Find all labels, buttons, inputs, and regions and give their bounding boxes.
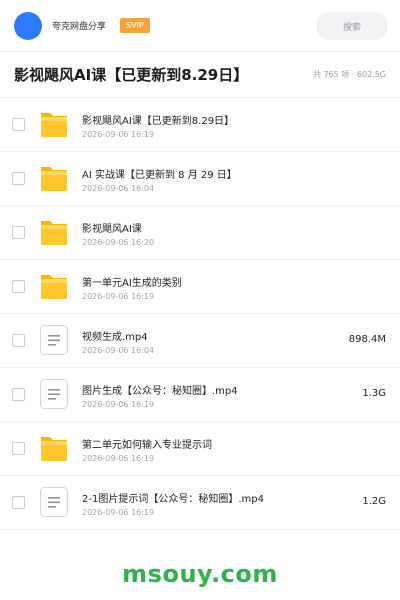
search-placeholder: 搜索 xyxy=(342,22,361,33)
row-checkbox[interactable] xyxy=(12,334,25,347)
page-title: 影视飓风AI课【已更新到8.29日】 xyxy=(14,66,249,84)
file-date: 2026-09-06 16:19 xyxy=(82,508,155,517)
file-row[interactable]: 第二单元如何输入专业提示词 2026-09-06 16:19 xyxy=(0,422,400,476)
file-row[interactable]: 2-1图片提示词【公众号：秘知圈】.mp4 2026-09-06 16:19 1.2… xyxy=(0,476,400,530)
row-checkbox[interactable] xyxy=(12,442,25,455)
file-list: 影视飓风AI课【已更新到8.29日】 2026-09-06 16:19 AI 实战课… xyxy=(0,98,400,530)
top-bar: 夸克网盘分享 SVIP 搜索 xyxy=(0,0,400,52)
file-date: 2026-09-06 16:19 xyxy=(82,292,155,301)
folder-icon xyxy=(39,217,69,247)
row-checkbox[interactable] xyxy=(12,118,25,131)
file-name: 影视飓风AI课【已更新到8.29日】 xyxy=(82,116,235,127)
file-name: 第二单元如何输入专业提示词 xyxy=(82,440,212,451)
video-file-icon xyxy=(39,379,69,409)
file-size: 1.2G xyxy=(362,496,386,507)
file-size: 1.3G xyxy=(362,388,386,399)
row-checkbox[interactable] xyxy=(12,280,25,293)
file-date: 2026-09-06 16:04 xyxy=(82,346,155,355)
file-name: 图片生成【公众号：秘知圈】.mp4 xyxy=(82,386,238,397)
file-size: 898.4M xyxy=(348,334,386,345)
file-name: 第一单元AI生成的类别 xyxy=(82,278,182,289)
file-row[interactable]: AI 实战课【已更新到 8 月 29 日】 2026-09-06 16:04 xyxy=(0,152,400,206)
row-checkbox[interactable] xyxy=(12,172,25,185)
account-name: 夸克网盘分享 xyxy=(52,22,107,32)
file-row[interactable]: 影视飓风AI课【已更新到8.29日】 2026-09-06 16:19 xyxy=(0,98,400,152)
video-file-icon xyxy=(39,325,69,355)
folder-meta: 共 765 项 · 602.5G xyxy=(312,70,386,79)
row-checkbox[interactable] xyxy=(12,496,25,509)
file-row[interactable]: 影视飓风AI课 2026-09-06 16:20 xyxy=(0,206,400,260)
folder-icon xyxy=(39,433,69,463)
file-row[interactable]: 视频生成.mp4 2026-09-06 16:04 898.4M xyxy=(0,314,400,368)
video-file-icon xyxy=(39,487,69,517)
file-date: 2026-09-06 16:04 xyxy=(82,184,155,193)
folder-header: 影视飓风AI课【已更新到8.29日】 共 765 项 · 602.5G xyxy=(0,52,400,98)
file-name: 视频生成.mp4 xyxy=(82,332,148,343)
vip-badge: SVIP xyxy=(120,18,150,33)
folder-icon xyxy=(39,271,69,301)
row-checkbox[interactable] xyxy=(12,226,25,239)
search-input[interactable]: 搜索 xyxy=(316,12,388,40)
file-name: 2-1图片提示词【公众号：秘知圈】.mp4 xyxy=(82,494,264,505)
row-checkbox[interactable] xyxy=(12,388,25,401)
file-date: 2026-09-06 16:20 xyxy=(82,238,155,247)
folder-icon xyxy=(39,109,69,139)
file-date: 2026-09-06 16:19 xyxy=(82,130,155,139)
file-date: 2026-09-06 16:19 xyxy=(82,454,155,463)
folder-icon xyxy=(39,163,69,193)
watermark: msouy.com xyxy=(122,560,278,588)
avatar[interactable] xyxy=(14,11,42,40)
file-name: 影视飓风AI课 xyxy=(82,224,142,235)
file-date: 2026-09-06 16:19 xyxy=(82,400,155,409)
file-row[interactable]: 第一单元AI生成的类别 2026-09-06 16:19 xyxy=(0,260,400,314)
file-name: AI 实战课【已更新到 8 月 29 日】 xyxy=(82,170,237,181)
file-row[interactable]: 图片生成【公众号：秘知圈】.mp4 2026-09-06 16:19 1.3G xyxy=(0,368,400,422)
